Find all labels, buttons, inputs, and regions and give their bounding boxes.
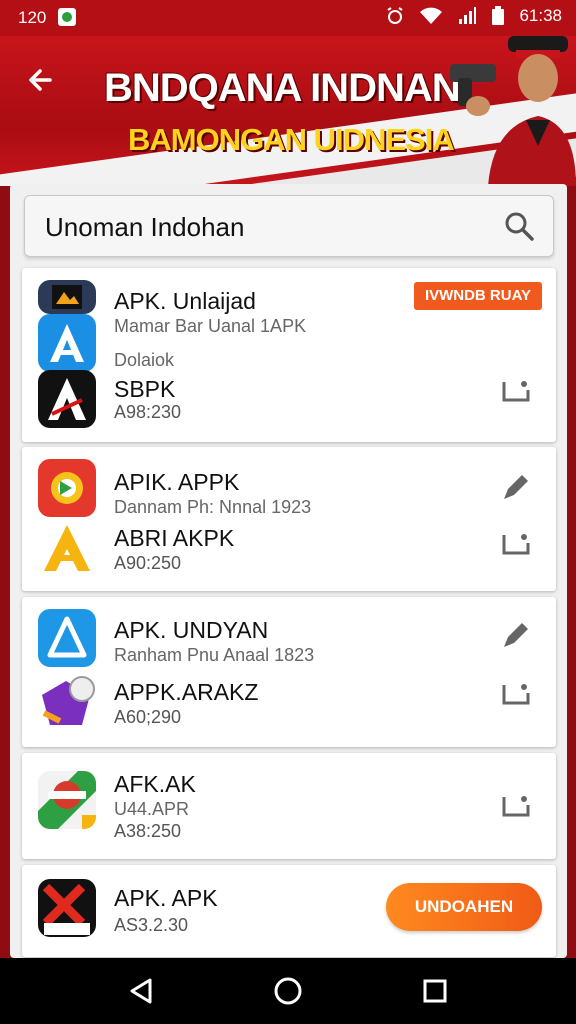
app-icon-gallery — [38, 280, 96, 314]
recents-nav-icon[interactable] — [418, 974, 452, 1008]
device-icon[interactable] — [500, 791, 532, 821]
navigation-bar — [0, 958, 576, 1024]
edit-icon[interactable] — [500, 621, 532, 651]
device-icon[interactable] — [500, 679, 532, 709]
app-size: A90:250 — [114, 553, 182, 573]
home-nav-icon[interactable] — [271, 974, 305, 1008]
search-input[interactable]: Unoman Indohan — [45, 212, 244, 243]
signal-icon — [459, 7, 477, 24]
app-icon-a-yellow — [38, 519, 96, 577]
back-nav-icon[interactable] — [124, 974, 158, 1008]
app-extra-label: Dolaiok — [114, 350, 175, 370]
app-icon-a-black — [38, 370, 96, 428]
device-icon[interactable] — [500, 376, 532, 406]
app-card[interactable]: APK. UNDYAN Ranham Pnu Anaal 1823 APPK.A… — [22, 597, 556, 747]
device-icon[interactable] — [500, 529, 532, 559]
app-size: AS3.2.30 — [114, 915, 189, 935]
app-icon-x-black — [38, 879, 96, 937]
app-title: APK. APK — [114, 885, 218, 911]
app-card[interactable]: APK. APK AS3.2.30 UNDOAHEN — [22, 865, 556, 957]
wifi-icon — [420, 7, 443, 24]
app-card[interactable]: APIK. APPK Dannam Ph: Nnnal 1923 ABRI AK… — [22, 447, 556, 591]
status-bar: 120 61:38 — [0, 0, 576, 36]
search-icon[interactable] — [503, 210, 535, 242]
alarm-icon — [387, 7, 404, 24]
app-icon-play — [38, 459, 96, 517]
app-size: A38:250 — [114, 821, 182, 841]
notification-icon — [58, 8, 76, 26]
app-title-secondary: APPK.ARAKZ — [114, 679, 259, 705]
header-banner: BNDQANA INDNAN BAMONGAN UIDNESIA — [0, 36, 576, 186]
app-subtitle: Mamar Bar Uanal 1APK — [114, 316, 307, 336]
app-title: APK. UNDYAN — [114, 617, 269, 643]
app-card[interactable]: IVWNDB RUAY APK. Unlaijad Mamar Bar Uana… — [22, 268, 556, 442]
featured-badge[interactable]: IVWNDB RUAY — [414, 282, 542, 310]
search-bar[interactable]: Unoman Indohan — [24, 195, 554, 257]
status-icons: 61:38 — [385, 6, 562, 26]
app-size: A60;290 — [114, 707, 182, 727]
app-subtitle: Ranham Pnu Anaal 1823 — [114, 645, 315, 665]
app-icon-a-outline — [38, 609, 96, 667]
app-title: APIK. APPK — [114, 469, 240, 495]
edit-icon[interactable] — [500, 473, 532, 503]
app-title: APK. Unlaijad — [114, 288, 256, 314]
app-title: AFK.AK — [114, 771, 196, 797]
install-button[interactable]: UNDOAHEN — [386, 883, 542, 931]
app-title-secondary: SBPK — [114, 376, 176, 402]
person-illustration — [450, 36, 576, 186]
banner-title: BNDQANA INDNAN — [104, 66, 461, 110]
app-icon-maps — [38, 771, 96, 829]
app-size: A98:230 — [114, 402, 182, 422]
app-card[interactable]: AFK.AK U44.APR A38:250 — [22, 753, 556, 859]
status-clock: 61:38 — [519, 6, 562, 25]
app-icon-a-blue — [38, 314, 96, 372]
app-title-secondary: ABRI AKPK — [114, 525, 235, 551]
banner-subtitle: BAMONGAN UIDNESIA — [128, 122, 455, 157]
battery-icon — [492, 6, 505, 25]
app-subtitle: U44.APR — [114, 799, 190, 819]
status-time: 120 — [18, 8, 47, 27]
app-icon-gem — [38, 673, 96, 731]
back-arrow-icon[interactable] — [22, 60, 62, 100]
app-subtitle: Dannam Ph: Nnnal 1923 — [114, 497, 312, 517]
